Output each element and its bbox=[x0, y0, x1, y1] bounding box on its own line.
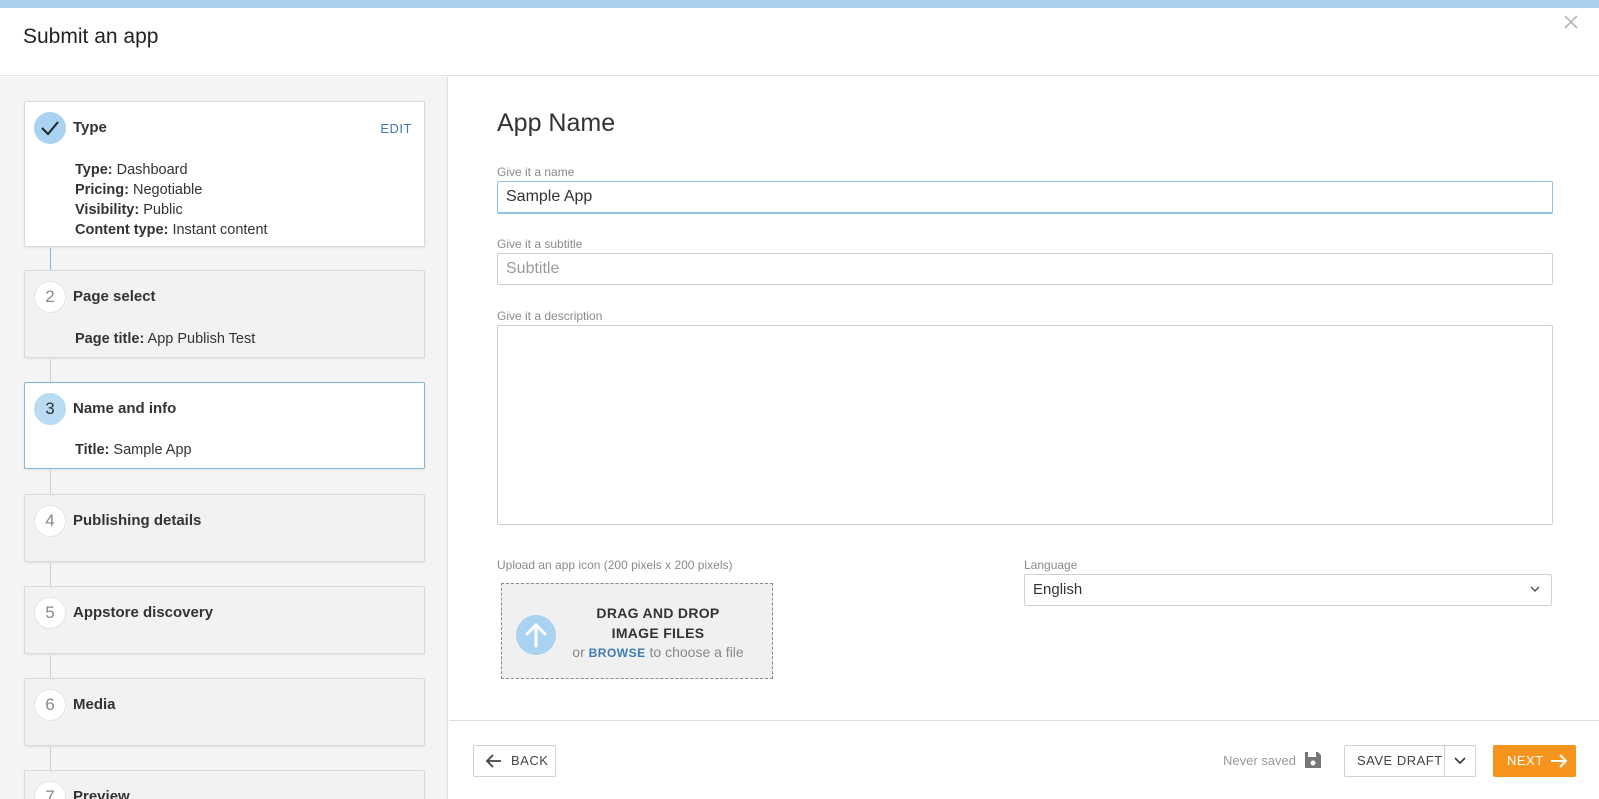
detail-label: Pricing: bbox=[75, 182, 129, 198]
step-title: Media bbox=[73, 696, 116, 713]
steps-sidebar: Type EDIT Type: Dashboard Pricing: Negot… bbox=[0, 77, 448, 799]
dropzone-subtitle: or BROWSE to choose a file bbox=[572, 644, 744, 660]
step-title: Preview bbox=[73, 788, 130, 799]
step-title: Page select bbox=[73, 288, 156, 305]
next-label: NEXT bbox=[1507, 753, 1544, 768]
step-media[interactable]: 6 Media bbox=[24, 678, 425, 746]
name-label: Give it a name bbox=[497, 165, 575, 179]
detail-value: Public bbox=[143, 202, 183, 218]
step-details: Page title: App Publish Test bbox=[75, 329, 255, 349]
step-number: 3 bbox=[34, 393, 66, 425]
step-number: 4 bbox=[34, 505, 66, 537]
detail-label: Content type: bbox=[75, 222, 169, 238]
detail-row: Pricing: Negotiable bbox=[75, 180, 268, 200]
save-draft-button[interactable]: SAVE DRAFT bbox=[1344, 745, 1476, 777]
detail-value: Negotiable bbox=[133, 182, 203, 198]
dropzone-or-text: or bbox=[572, 644, 585, 660]
button-divider bbox=[1444, 746, 1445, 776]
section-title: App Name bbox=[497, 109, 616, 137]
step-connector bbox=[50, 655, 51, 678]
checkmark-icon bbox=[34, 112, 66, 144]
dialog-title: Submit an app bbox=[23, 25, 159, 48]
detail-value: Sample App bbox=[113, 442, 192, 458]
detail-row: Type: Dashboard bbox=[75, 160, 268, 180]
subtitle-label: Give it a subtitle bbox=[497, 237, 583, 251]
detail-label: Type: bbox=[75, 162, 113, 178]
step-connector bbox=[50, 359, 51, 382]
language-value: English bbox=[1033, 581, 1083, 598]
close-icon[interactable] bbox=[1563, 8, 1579, 34]
save-status: Never saved bbox=[1223, 753, 1296, 768]
description-textarea[interactable] bbox=[497, 325, 1553, 525]
chevron-down-icon[interactable] bbox=[1453, 755, 1467, 767]
language-select[interactable]: English bbox=[1024, 574, 1552, 606]
dropzone-title: DRAG AND DROP IMAGE FILES bbox=[596, 605, 720, 641]
step-type[interactable]: Type EDIT Type: Dashboard Pricing: Negot… bbox=[24, 101, 425, 247]
arrow-right-icon bbox=[1551, 754, 1568, 768]
dropzone-suffix-text: to choose a file bbox=[649, 644, 744, 660]
arrow-left-icon bbox=[486, 754, 501, 768]
step-appstore-discovery[interactable]: 5 Appstore discovery bbox=[24, 586, 425, 654]
step-page-select[interactable]: 2 Page select Page title: App Publish Te… bbox=[24, 270, 425, 358]
step-publishing-details[interactable]: 4 Publishing details bbox=[24, 494, 425, 562]
dialog-footer: BACK Never saved SAVE DRAFT NEXT bbox=[449, 720, 1599, 799]
dialog-header: Submit an app bbox=[0, 8, 1599, 76]
detail-label: Visibility: bbox=[75, 202, 140, 218]
floppy-disk-icon bbox=[1305, 752, 1321, 768]
step-title: Appstore discovery bbox=[73, 604, 214, 621]
image-dropzone[interactable]: DRAG AND DROP IMAGE FILES or BROWSE to c… bbox=[501, 583, 773, 679]
detail-row: Visibility: Public bbox=[75, 200, 268, 220]
detail-row: Content type: Instant content bbox=[75, 220, 268, 240]
upload-label: Upload an app icon (200 pixels x 200 pix… bbox=[497, 558, 733, 572]
chevron-down-icon bbox=[1530, 586, 1540, 593]
next-button[interactable]: NEXT bbox=[1493, 745, 1576, 777]
step-connector bbox=[50, 470, 51, 494]
step-number: 2 bbox=[34, 281, 66, 313]
edit-link[interactable]: EDIT bbox=[380, 121, 412, 136]
back-button[interactable]: BACK bbox=[473, 745, 556, 777]
subtitle-input[interactable] bbox=[497, 253, 1553, 285]
detail-row: Page title: App Publish Test bbox=[75, 329, 255, 349]
step-connector bbox=[50, 563, 51, 586]
main-form: App Name Give it a name Give it a subtit… bbox=[449, 77, 1599, 721]
step-connector bbox=[50, 248, 51, 270]
step-details: Title: Sample App bbox=[75, 440, 192, 460]
step-connector bbox=[50, 747, 51, 770]
top-accent-stripe bbox=[0, 0, 1599, 8]
upload-arrow-icon bbox=[516, 615, 556, 655]
save-draft-label: SAVE DRAFT bbox=[1357, 753, 1443, 768]
detail-value: App Publish Test bbox=[147, 331, 256, 347]
language-label: Language bbox=[1024, 558, 1078, 572]
description-label: Give it a description bbox=[497, 309, 603, 323]
detail-row: Title: Sample App bbox=[75, 440, 192, 460]
detail-label: Title: bbox=[75, 442, 110, 458]
browse-link[interactable]: BROWSE bbox=[589, 646, 646, 660]
app-name-input[interactable] bbox=[497, 181, 1553, 213]
back-label: BACK bbox=[511, 753, 549, 768]
step-title: Name and info bbox=[73, 400, 177, 417]
detail-value: Dashboard bbox=[116, 162, 188, 178]
detail-label: Page title: bbox=[75, 331, 145, 347]
step-preview[interactable]: 7 Preview bbox=[24, 770, 425, 799]
step-title: Type bbox=[73, 119, 107, 136]
step-title: Publishing details bbox=[73, 512, 202, 529]
detail-value: Instant content bbox=[172, 222, 268, 238]
step-number: 6 bbox=[34, 689, 66, 721]
step-name-and-info[interactable]: 3 Name and info Title: Sample App bbox=[24, 382, 425, 469]
step-number: 5 bbox=[34, 597, 66, 629]
step-details: Type: Dashboard Pricing: Negotiable Visi… bbox=[75, 160, 268, 240]
step-number: 7 bbox=[34, 781, 66, 799]
